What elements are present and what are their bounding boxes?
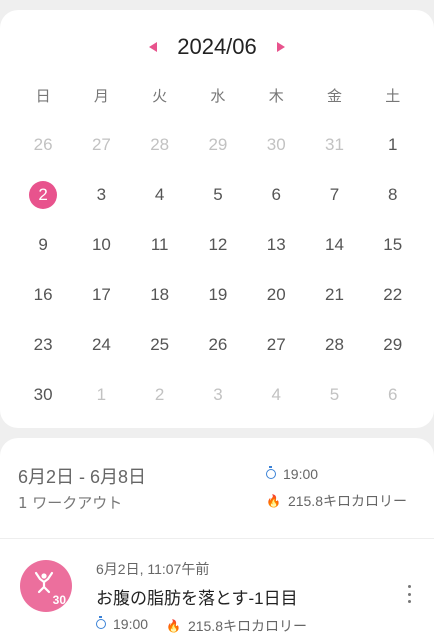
summary-calories: 🔥 215.8キロカロリー [266, 491, 407, 511]
selected-day: 2 [29, 181, 58, 209]
calendar-day[interactable]: 15 [364, 235, 422, 255]
arrow-right-icon [276, 42, 285, 52]
next-month-button[interactable] [261, 27, 301, 67]
calendar-day[interactable]: 25 [131, 335, 189, 355]
calendar-week-row: 9 10 11 12 13 14 15 [14, 220, 422, 270]
workout-date: 6月2日, 11:07午前 [96, 561, 210, 577]
calendar-week-row: 16 17 18 19 20 21 22 [14, 270, 422, 320]
calendar-day[interactable]: 21 [305, 285, 363, 305]
month-title: 2024/06 [177, 34, 257, 59]
calendar-day[interactable]: 9 [14, 235, 72, 255]
divider [0, 538, 434, 539]
calendar-day[interactable]: 31 [305, 135, 363, 155]
weekday-label: 水 [210, 87, 226, 105]
calendar-card: 2024/06 日月火水木金土 26 27 28 29 30 31 1 2 3 4 5 6 7 8 9 10 11… [0, 10, 434, 428]
week-range: 6月2日 - 6月8日 [18, 467, 147, 487]
calendar-day[interactable]: 5 [189, 185, 247, 205]
calendar-day[interactable]: 10 [72, 235, 130, 255]
calendar-day[interactable]: 2 [14, 181, 72, 209]
flame-icon: 🔥 [266, 494, 281, 508]
more-options-icon[interactable] [406, 585, 412, 603]
calendar-day[interactable]: 4 [131, 185, 189, 205]
calendar-day[interactable]: 23 [14, 335, 72, 355]
calendar-week-row: 26 27 28 29 30 31 1 [14, 120, 422, 170]
calendar-day[interactable]: 1 [72, 385, 130, 405]
summary-calories-value: 215.8キロカロリー [287, 493, 407, 509]
calendar-day[interactable]: 18 [131, 285, 189, 305]
calendar-day[interactable]: 1 [364, 135, 422, 155]
arrow-left-icon [149, 42, 158, 52]
summary-duration-value: 19:00 [283, 466, 319, 482]
abs-workout-icon: 30 [20, 560, 72, 612]
calendar-day[interactable]: 17 [72, 285, 130, 305]
prev-month-button[interactable] [133, 27, 173, 67]
calendar-day[interactable]: 7 [305, 185, 363, 205]
weekday-label: 日 [35, 87, 51, 105]
calendar-day[interactable]: 22 [364, 285, 422, 305]
calendar-day[interactable]: 14 [305, 235, 363, 255]
workout-calories: 🔥 215.8キロカロリー [166, 616, 307, 636]
calendar-day[interactable]: 16 [14, 285, 72, 305]
stopwatch-icon [96, 616, 106, 629]
calendar-day[interactable]: 27 [72, 135, 130, 155]
calendar-day[interactable]: 30 [14, 385, 72, 405]
calendar-week-row: 30 1 2 3 4 5 6 [14, 370, 422, 420]
calendar-day[interactable]: 29 [189, 135, 247, 155]
workout-calories-value: 215.8キロカロリー [187, 618, 307, 634]
workout-title: お腹の脂肪を落とす-1日目 [96, 589, 298, 608]
calendar-day[interactable]: 8 [364, 185, 422, 205]
workout-duration-value: 19:00 [113, 616, 149, 632]
week-summary-card: 6月2日 - 6月8日 1 ワークアウト 19:00 🔥 215.8キロカロリー… [0, 438, 434, 640]
calendar-week-row: 2345678 [14, 170, 422, 220]
weekday-header-row: 日月火水木金土 [14, 70, 422, 120]
person-figure-icon [34, 571, 54, 594]
calendar-day[interactable]: 26 [14, 135, 72, 155]
calendar-day[interactable]: 11 [131, 235, 189, 255]
calendar-day[interactable]: 3 [189, 385, 247, 405]
summary-duration: 19:00 [266, 466, 318, 482]
flame-icon: 🔥 [166, 619, 181, 633]
weekday-label: 木 [268, 87, 284, 105]
calendar-day[interactable]: 2 [131, 385, 189, 405]
calendar-day[interactable]: 26 [189, 335, 247, 355]
calendar-day[interactable]: 20 [247, 285, 305, 305]
calendar-day[interactable]: 6 [364, 385, 422, 405]
weekday-label: 火 [152, 87, 168, 105]
calendar-day[interactable]: 6 [247, 185, 305, 205]
calendar-day[interactable]: 4 [247, 385, 305, 405]
calendar-day[interactable]: 30 [247, 135, 305, 155]
calendar-grid: 日月火水木金土 26 27 28 29 30 31 1 2 3 4 5 6 7 8 9 10 11 12 13 14 15… [14, 70, 422, 420]
calendar-day[interactable]: 28 [305, 335, 363, 355]
calendar-day[interactable]: 12 [189, 235, 247, 255]
weekday-label: 金 [326, 87, 342, 105]
month-header: 2024/06 [0, 22, 434, 72]
calendar-day[interactable]: 13 [247, 235, 305, 255]
workout-count: 1 ワークアウト [18, 494, 123, 512]
stopwatch-icon [266, 466, 276, 479]
workout-duration: 19:00 [96, 616, 148, 632]
weekday-label: 月 [93, 87, 109, 105]
calendar-day[interactable]: 3 [72, 185, 130, 205]
calendar-day[interactable]: 27 [247, 335, 305, 355]
weekday-label: 土 [385, 87, 401, 105]
calendar-day[interactable]: 28 [131, 135, 189, 155]
calendar-week-row: 23 24 25 26 27 28 29 [14, 320, 422, 370]
calendar-day[interactable]: 19 [189, 285, 247, 305]
calendar-day[interactable]: 29 [364, 335, 422, 355]
calendar-day[interactable]: 24 [72, 335, 130, 355]
calendar-day[interactable]: 5 [305, 385, 363, 405]
